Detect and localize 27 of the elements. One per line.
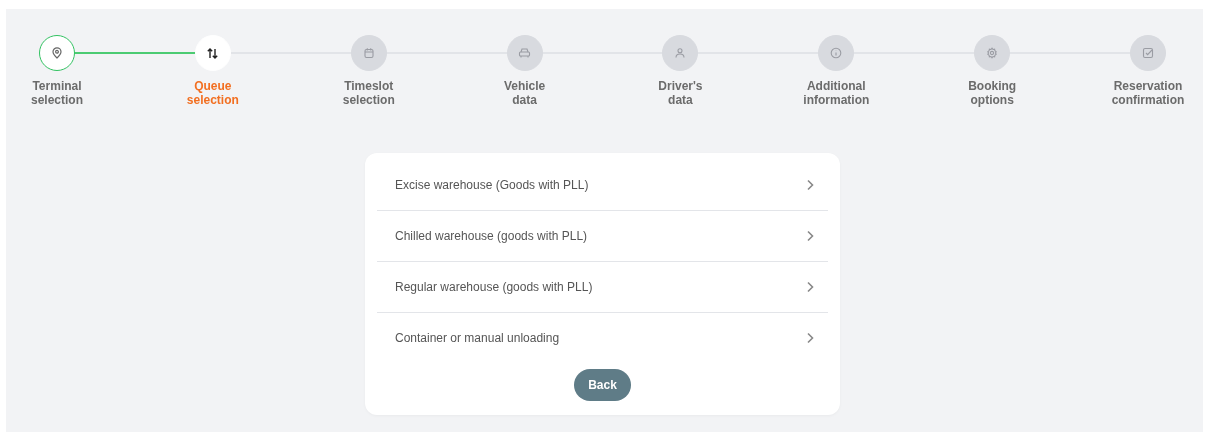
- chevron-right-icon: [806, 332, 814, 344]
- step-label: Booking options: [968, 79, 1017, 107]
- checkbox-icon: [1142, 47, 1154, 59]
- queue-option[interactable]: Chilled warehouse (goods with PLL): [377, 211, 828, 261]
- step-label: Timeslot selection: [342, 79, 395, 107]
- calendar-icon: [362, 47, 375, 59]
- map-pin-icon: [51, 47, 63, 59]
- step-circle[interactable]: [39, 35, 75, 71]
- queue-option[interactable]: Regular warehouse (goods with PLL): [377, 262, 828, 312]
- step-circle[interactable]: [1130, 35, 1166, 71]
- chevron-right-icon: [806, 281, 814, 293]
- step-label: Reservation confirmation: [1111, 79, 1185, 107]
- info-icon: [830, 47, 843, 59]
- step-label: Additional information: [803, 79, 870, 107]
- back-button[interactable]: Back: [574, 369, 631, 401]
- sort-arrows-icon: [206, 46, 220, 60]
- step-label: Vehicle data: [503, 79, 546, 107]
- queue-option[interactable]: Container or manual unloading: [377, 313, 828, 363]
- step-label: Driver's data: [658, 79, 703, 107]
- queue-option[interactable]: Excise warehouse (Goods with PLL): [377, 160, 828, 210]
- settings-icon: [986, 47, 999, 59]
- chevron-right-icon: [806, 230, 814, 242]
- chevron-right-icon: [806, 179, 814, 191]
- step-label: Terminal selection: [31, 79, 83, 107]
- car-icon: [518, 47, 532, 59]
- person-icon: [674, 47, 687, 59]
- step-label: Queue selection: [186, 79, 239, 107]
